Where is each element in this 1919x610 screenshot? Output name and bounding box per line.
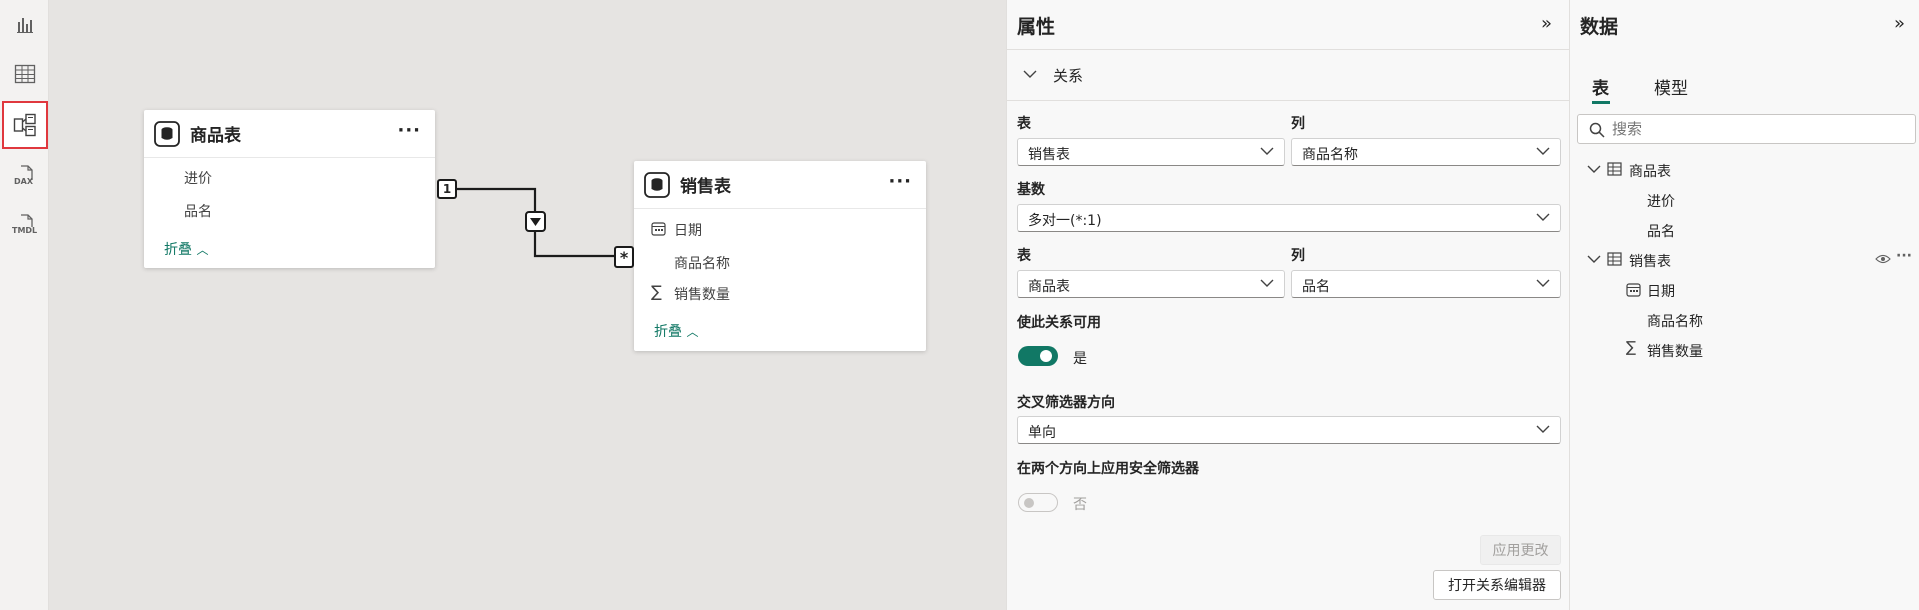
chevron-up-icon: ︿ (686, 325, 699, 339)
more-options-icon[interactable]: ··· (888, 171, 912, 192)
model-view-button[interactable] (2, 101, 48, 149)
eye-icon[interactable] (1875, 254, 1891, 264)
security-filter-value: 否 (1073, 497, 1087, 513)
table-card-header[interactable]: 销售表 ··· (634, 161, 926, 209)
relationship-one-marker: 1 (437, 179, 457, 199)
database-icon (644, 171, 670, 198)
more-options-icon[interactable]: ··· (1896, 248, 1912, 264)
tree-field-item[interactable]: 品名 (1647, 221, 1675, 241)
to-column-dropdown[interactable]: 品名 (1291, 270, 1561, 298)
table-grid-icon (14, 64, 36, 84)
search-box[interactable] (1577, 114, 1916, 144)
chevron-down-icon (1536, 147, 1550, 155)
chevron-down-icon (1023, 70, 1037, 78)
double-chevron-right-icon[interactable]: » (1894, 13, 1905, 34)
toggle-knob (1040, 350, 1052, 362)
chevron-down-icon (1536, 425, 1550, 433)
field-item[interactable]: 销售数量 (674, 284, 730, 304)
tree-field-item[interactable]: 进价 (1647, 191, 1675, 211)
field-item[interactable]: 进价 (184, 168, 212, 188)
table-card-header[interactable]: 商品表 ··· (144, 110, 435, 158)
toggle-knob (1024, 498, 1034, 508)
chevron-down-icon (1536, 213, 1550, 221)
properties-pane: 属性 » 关系 表 列 销售表 商品名称 基数 多对一(*:1) 表 列 商品表… (1006, 0, 1570, 610)
data-title: 数据 (1580, 16, 1619, 38)
from-column-dropdown[interactable]: 商品名称 (1291, 138, 1561, 166)
relationship-many-marker: * (614, 246, 634, 268)
tab-model[interactable]: 模型 (1654, 74, 1688, 99)
tree-field-item[interactable]: 销售数量 (1647, 341, 1703, 361)
to-column-label: 列 (1291, 248, 1305, 264)
tree-table-item[interactable]: 销售表 (1629, 251, 1671, 271)
search-input[interactable] (1610, 118, 1900, 140)
double-chevron-right-icon[interactable]: » (1541, 13, 1552, 34)
to-table-label: 表 (1017, 248, 1031, 264)
field-item[interactable]: 品名 (184, 201, 212, 221)
bar-chart-icon (17, 18, 33, 33)
active-label: 使此关系可用 (1017, 315, 1101, 331)
table-icon (1607, 162, 1622, 176)
database-icon (154, 120, 180, 147)
collapse-link[interactable]: 折叠 ︿ (164, 239, 208, 259)
dax-query-view-button[interactable]: DAX (4, 154, 46, 198)
to-table-dropdown[interactable]: 商品表 (1017, 270, 1285, 298)
tmdl-view-button[interactable]: TMDL (4, 203, 46, 247)
cardinality-dropdown[interactable]: 多对一(*:1) (1017, 204, 1561, 232)
from-table-dropdown[interactable]: 销售表 (1017, 138, 1285, 166)
from-table-label: 表 (1017, 116, 1031, 132)
view-rail: DAX TMDL (0, 0, 49, 610)
table-card-sales[interactable]: 销售表 ··· 日期 商品名称 ∑ 销售数量 折叠 ︿ (634, 161, 926, 351)
apply-changes-button[interactable]: 应用更改 (1480, 535, 1561, 565)
field-item[interactable]: 商品名称 (674, 253, 730, 273)
chevron-down-icon[interactable] (1587, 254, 1601, 264)
model-canvas[interactable]: 1 * 商品表 ··· 进价 品名 折叠 ︿ 销售表 ··· 日期 商品名称 ∑… (49, 0, 1006, 610)
active-toggle[interactable] (1018, 346, 1058, 366)
chevron-down-icon (1536, 279, 1550, 287)
sigma-icon: ∑ (1626, 338, 1637, 356)
table-view-button[interactable] (4, 52, 46, 96)
from-column-label: 列 (1291, 116, 1305, 132)
security-filter-label: 在两个方向上应用安全筛选器 (1017, 461, 1199, 477)
chevron-down-icon (1260, 279, 1274, 287)
tree-table-item[interactable]: 商品表 (1629, 161, 1671, 181)
tab-tables[interactable]: 表 (1592, 74, 1609, 99)
properties-title: 属性 (1017, 16, 1056, 38)
data-pane: 数据 » 表 模型 商品表 进价 品名 销售表 ··· 日期 商品名称 ∑ 销售… (1569, 0, 1919, 610)
security-filter-toggle[interactable] (1018, 493, 1058, 512)
collapse-link[interactable]: 折叠 ︿ (654, 321, 698, 341)
chevron-down-icon[interactable] (1587, 164, 1601, 174)
model-diagram-icon (13, 113, 36, 137)
tab-underline (1592, 101, 1610, 104)
calendar-icon (651, 222, 666, 236)
search-icon (1589, 122, 1605, 138)
crossfilter-dropdown[interactable]: 单向 (1017, 416, 1561, 444)
divider (1007, 100, 1570, 101)
field-item[interactable]: 日期 (674, 220, 702, 240)
table-card-title: 商品表 (190, 126, 241, 146)
chevron-up-icon: ︿ (196, 243, 209, 257)
more-options-icon[interactable]: ··· (397, 120, 421, 141)
cardinality-label: 基数 (1017, 182, 1045, 198)
sigma-icon: ∑ (651, 282, 662, 301)
tree-field-item[interactable]: 商品名称 (1647, 311, 1703, 331)
active-value: 是 (1073, 351, 1087, 367)
calendar-icon (1626, 283, 1641, 297)
table-card-title: 销售表 (680, 177, 731, 197)
table-icon (1607, 252, 1622, 266)
chevron-down-icon (1260, 147, 1274, 155)
table-card-products[interactable]: 商品表 ··· 进价 品名 折叠 ︿ (144, 110, 435, 268)
report-view-button[interactable] (4, 2, 46, 46)
dax-file-icon: DAX (14, 164, 36, 188)
open-relationship-editor-button[interactable]: 打开关系编辑器 (1433, 570, 1561, 600)
tmdl-file-icon: TMDL (12, 213, 38, 237)
tree-field-item[interactable]: 日期 (1647, 281, 1675, 301)
crossfilter-label: 交叉筛选器方向 (1017, 395, 1115, 411)
relationship-section-header[interactable]: 关系 (1007, 50, 1570, 100)
